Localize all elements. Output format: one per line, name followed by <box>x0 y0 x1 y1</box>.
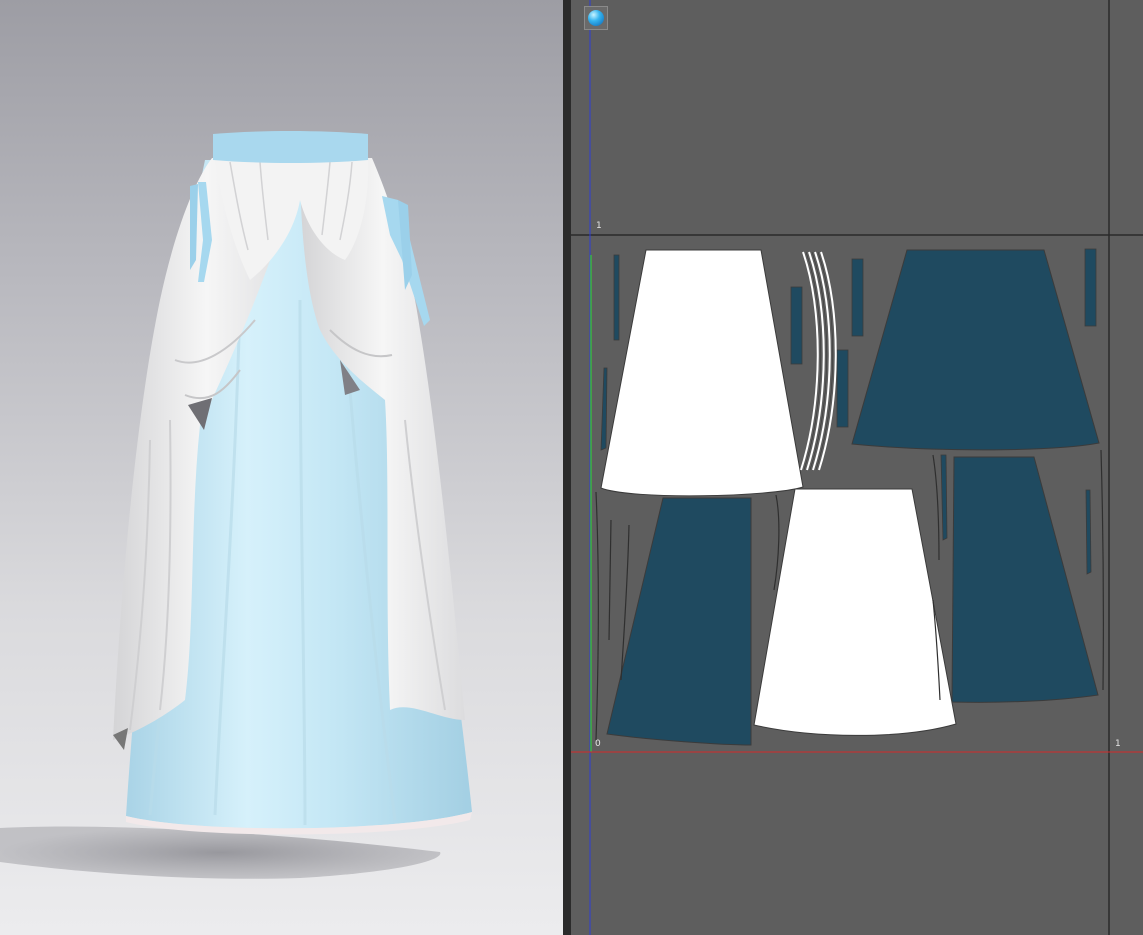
uv-strip <box>836 349 849 428</box>
uv-piece-teal-bottom-right <box>951 456 1099 703</box>
uv-strip <box>790 286 803 365</box>
garment-3d-viewport[interactable] <box>0 0 563 935</box>
uv-tick-bottom-left: 0 <box>595 739 601 749</box>
panel-divider[interactable] <box>563 0 571 935</box>
uv-pattern-editor[interactable]: 1 0 1 <box>571 0 1143 935</box>
sphere-icon <box>588 10 604 26</box>
sphere-view-button[interactable] <box>584 6 608 30</box>
uv-strip <box>613 254 620 341</box>
floor-shadow <box>0 826 441 879</box>
uv-piece-teal-top <box>851 249 1100 451</box>
uv-strip <box>1085 489 1092 575</box>
skirt-3d-render <box>0 131 472 879</box>
uv-canvas[interactable] <box>571 0 1143 935</box>
uv-strip <box>600 367 608 451</box>
uv-piece-white-top <box>600 249 804 497</box>
uv-tick-top-left: 1 <box>596 221 602 231</box>
uv-strip <box>940 454 948 541</box>
waistband <box>213 131 368 163</box>
uv-tick-bottom-right: 1 <box>1115 739 1121 749</box>
uv-strip <box>1084 248 1097 327</box>
uv-piece-white-bottom <box>753 488 957 736</box>
uv-strip <box>851 258 864 337</box>
